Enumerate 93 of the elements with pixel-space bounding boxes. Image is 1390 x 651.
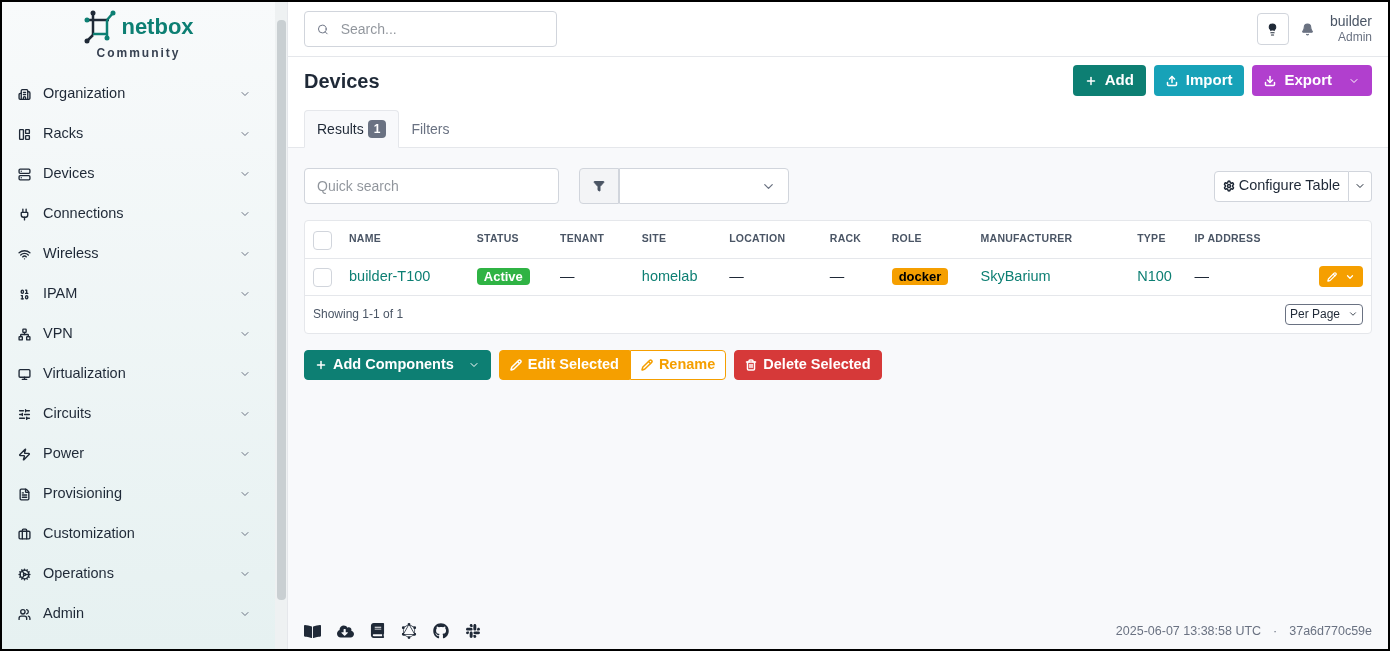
github-icon[interactable] <box>433 622 449 639</box>
search-field[interactable]: Search... <box>304 11 557 47</box>
book-icon[interactable] <box>370 622 385 638</box>
action-button[interactable]: Add <box>1072 65 1146 96</box>
trash-icon <box>745 358 758 371</box>
pencil-icon <box>640 358 653 371</box>
bell-icon[interactable] <box>1300 22 1314 36</box>
sidebar-item[interactable]: Provisioning <box>2 474 275 514</box>
search-icon <box>317 22 329 36</box>
row-checkbox[interactable] <box>313 267 332 287</box>
user-role: Admin <box>1338 30 1372 46</box>
tab[interactable]: Results 1 <box>304 110 400 148</box>
sliders-icon <box>18 407 31 421</box>
sidebar-item[interactable]: Devices <box>2 154 275 194</box>
gear-icon <box>18 567 31 581</box>
tab[interactable]: Filters <box>399 110 462 148</box>
logo-subtitle: Community <box>96 45 181 62</box>
column-header[interactable]: TENANT <box>560 221 642 258</box>
status-badge: docker <box>891 267 949 285</box>
table-link[interactable]: N100 <box>1137 267 1172 284</box>
sidebar-item[interactable]: Wireless <box>2 234 275 274</box>
configure-table-button[interactable]: Configure Table <box>1213 170 1349 202</box>
plug-icon <box>18 207 31 221</box>
book-open-icon[interactable] <box>304 622 321 640</box>
server-icon <box>18 167 31 181</box>
binary-icon <box>18 287 31 301</box>
table-cell: — <box>729 267 744 284</box>
graphql-icon[interactable] <box>401 622 417 639</box>
column-header[interactable]: ROLE <box>891 221 981 258</box>
column-header[interactable]: LOCATION <box>729 221 830 258</box>
logo-text: netbox <box>121 16 194 38</box>
per-page-select[interactable]: Per Page <box>1284 303 1363 325</box>
table-cell: — <box>1194 267 1209 284</box>
select-all-checkbox[interactable] <box>313 230 332 250</box>
slack-icon[interactable] <box>465 622 481 639</box>
column-header[interactable]: RACK <box>829 221 892 258</box>
separator: · <box>1273 622 1278 640</box>
sidebar-item[interactable]: Connections <box>2 194 275 234</box>
table-link[interactable]: builder-T100 <box>349 267 431 284</box>
sidebar-item[interactable]: Virtualization <box>2 354 275 394</box>
pencil-icon <box>1327 271 1337 282</box>
count-badge: 1 <box>367 120 387 138</box>
sidebar-item[interactable]: VPN <box>2 314 275 354</box>
timestamp: 2025-06-07 13:38:58 UTC <box>1115 622 1262 640</box>
user-name[interactable]: builder <box>1329 12 1372 31</box>
sidebar-item[interactable]: Admin <box>2 594 275 634</box>
lightbulb-button[interactable] <box>1256 13 1289 45</box>
table-cell: — <box>829 267 845 284</box>
search-input[interactable]: Search... <box>340 18 544 40</box>
pagination-info: Showing 1-1 of 1 <box>313 306 404 323</box>
quick-search-field[interactable]: Quick search <box>304 168 559 204</box>
network-icon <box>18 327 31 341</box>
table-link[interactable]: homelab <box>641 267 698 284</box>
document-icon <box>18 487 31 501</box>
monitor-icon <box>18 367 31 381</box>
bulk-action-button[interactable]: Delete Selected <box>734 349 882 380</box>
gear-icon <box>1222 180 1235 192</box>
action-button[interactable]: Export <box>1252 65 1372 96</box>
logo-icon <box>83 10 118 44</box>
sidebar-item[interactable]: Racks <box>2 114 275 154</box>
upload-icon <box>1165 74 1178 87</box>
sidebar-item[interactable]: Power <box>2 434 275 474</box>
table-cell: — <box>560 267 575 284</box>
sidebar-item[interactable]: Customization <box>2 514 275 554</box>
rack-icon <box>18 127 31 141</box>
column-header[interactable]: SITE <box>641 221 730 258</box>
sidebar-item[interactable]: IPAM <box>2 274 275 314</box>
column-header[interactable]: MANUFACTURER <box>980 221 1138 258</box>
page-title: Devices <box>304 68 380 94</box>
column-header[interactable]: STATUS <box>476 221 560 258</box>
plus-icon <box>1084 74 1097 87</box>
scrollbar[interactable] <box>275 2 287 649</box>
column-header[interactable]: NAME <box>349 221 477 258</box>
plus-icon <box>315 358 327 371</box>
caret-icon <box>1348 309 1358 319</box>
sidebar-item[interactable]: Circuits <box>2 394 275 434</box>
bulk-action-button[interactable]: Add Components <box>304 349 491 380</box>
lightning-icon <box>18 447 31 461</box>
column-header[interactable]: TYPE <box>1137 221 1195 258</box>
sidebar-item[interactable]: Organization <box>2 74 275 114</box>
wifi-icon <box>18 247 31 261</box>
filter-button[interactable] <box>579 168 619 204</box>
building-icon <box>18 87 31 101</box>
download-icon <box>1264 74 1277 87</box>
sidebar-item[interactable]: Operations <box>2 554 275 594</box>
pencil-icon <box>509 358 522 371</box>
status-badge: Active <box>476 267 530 285</box>
commit-hash: 37a6d770c59e <box>1289 622 1372 640</box>
filter-icon <box>593 180 605 192</box>
column-header[interactable]: IP ADDRESS <box>1194 221 1311 258</box>
users-icon <box>18 607 31 621</box>
table-link[interactable]: SkyBarium <box>980 267 1051 284</box>
briefcase-icon <box>18 527 31 541</box>
